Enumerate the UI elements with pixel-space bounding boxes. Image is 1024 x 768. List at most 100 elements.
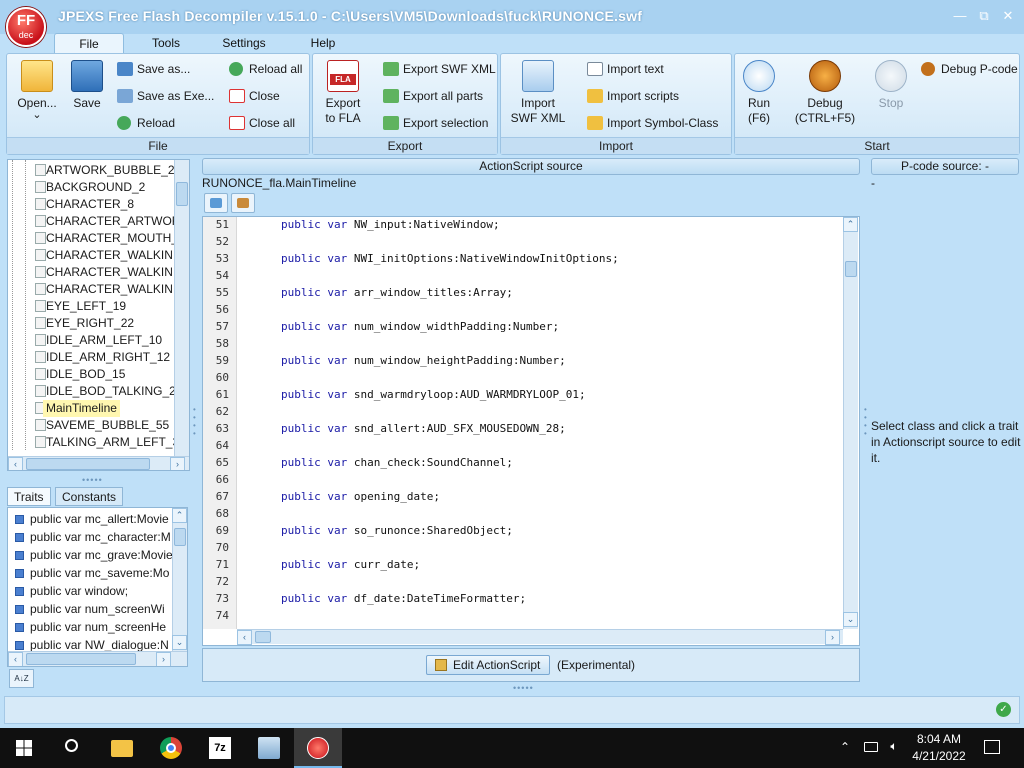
horizontal-splitter-handle[interactable]: ••••• [82,475,103,485]
traits-horizontal-scrollbar[interactable]: ‹ › [8,651,187,666]
close-button[interactable]: ✕ [1000,8,1016,24]
open-button[interactable]: Open... ⌄ [13,60,61,121]
tree-item[interactable]: IDLE_ARM_RIGHT_12 [46,349,170,366]
action-center-icon[interactable] [984,740,1000,754]
export-all-parts-button[interactable]: Export all parts [383,87,483,105]
tree-item[interactable]: MainTimeline [43,400,120,417]
code-line[interactable]: public var so_runonce:SharedObject; [281,522,513,539]
restore-button[interactable]: ⧉ [976,8,992,24]
network-icon[interactable] [864,742,878,752]
tree-item[interactable]: IDLE_BOD_15 [46,366,125,383]
trait-item[interactable]: public var mc_grave:Movie [30,546,173,564]
file-explorer-taskbar-button[interactable] [98,728,146,768]
tab-file[interactable]: File [54,33,124,54]
tree-vertical-scrollbar[interactable] [174,160,189,456]
7zip-taskbar-button[interactable]: 7z [196,728,244,768]
code-scroll-down-button[interactable]: ⌄ [843,612,858,627]
trait-item[interactable]: public var window; [30,582,128,600]
traits-scroll-left-button[interactable]: ‹ [8,652,23,666]
edit-actionscript-button[interactable]: Edit ActionScript [426,655,550,675]
tree-item[interactable]: CHARACTER_WALKIN [46,281,173,298]
tree-item[interactable]: CHARACTER_WALKIN [46,264,173,281]
export-swf-xml-button[interactable]: Export SWF XML [383,60,496,78]
traits-scroll-up-button[interactable]: ⌃ [172,508,187,523]
chrome-taskbar-button[interactable] [147,728,195,768]
tree-item[interactable]: TALKING_ARM_LEFT_3 [46,434,179,451]
tab-settings[interactable]: Settings [212,33,276,54]
tree-scroll-right-button[interactable]: › [170,457,185,470]
search-script-button[interactable] [231,193,255,213]
tray-overflow-chevron-icon[interactable]: ⌃ [838,740,852,754]
import-text-button[interactable]: Import text [587,60,664,78]
code-scroll-up-button[interactable]: ⌃ [843,217,858,232]
traits-scroll-down-button[interactable]: ⌄ [172,635,187,650]
trait-item[interactable]: public var num_screenWi [30,600,165,618]
tab-constants[interactable]: Constants [55,487,124,506]
ffdec-logo-icon[interactable]: FF dec [6,7,46,47]
trait-item[interactable]: public var mc_allert:Movie [30,510,169,528]
import-scripts-button[interactable]: Import scripts [587,87,679,105]
tree-scroll-left-button[interactable]: ‹ [8,457,23,470]
deobfuscate-button[interactable] [204,193,228,213]
trait-item[interactable]: public var mc_character:M [30,528,171,546]
code-horizontal-scrollbar[interactable]: ‹ › [237,629,843,645]
tab-traits[interactable]: Traits [7,487,51,506]
traits-hscroll-thumb[interactable] [26,653,136,665]
close-file-button[interactable]: Close [229,87,280,105]
ffdec-taskbar-button[interactable] [294,728,342,768]
traits-scroll-thumb[interactable] [174,528,186,546]
tree-item[interactable]: IDLE_ARM_LEFT_10 [46,332,162,349]
code-line[interactable]: public var curr_date; [281,556,420,573]
code-line[interactable]: public var snd_allert:AUD_SFX_MOUSEDOWN_… [281,420,566,437]
sort-az-button[interactable]: A↓Z [9,669,34,688]
tree-item[interactable]: EYE_RIGHT_22 [46,315,134,332]
code-scroll-left-button[interactable]: ‹ [237,630,252,645]
code-line[interactable]: public var num_window_widthPadding:Numbe… [281,318,559,335]
traits-scroll-right-button[interactable]: › [156,652,171,666]
tree-hscroll-thumb[interactable] [26,458,150,470]
save-button[interactable]: Save [65,60,109,111]
export-selection-button[interactable]: Export selection [383,114,488,132]
close-all-button[interactable]: Close all [229,114,295,132]
tree-scroll-thumb[interactable] [176,182,188,206]
code-scroll-right-button[interactable]: › [825,630,840,645]
vertical-splitter-handle[interactable]: • • • • [193,406,197,438]
tree-item[interactable]: ARTWORK_BUBBLE_2 [46,162,175,179]
code-vertical-scrollbar[interactable]: ⌃ ⌄ [843,217,858,629]
minimize-button[interactable]: — [952,8,968,24]
tab-help[interactable]: Help [300,33,346,54]
code-line[interactable]: public var arr_window_titles:Array; [281,284,513,301]
code-hscroll-thumb[interactable] [255,631,271,643]
traits-vertical-scrollbar[interactable]: ⌃ ⌄ [172,508,187,651]
trait-item[interactable]: public var mc_saveme:Mo [30,564,169,582]
search-taskbar-button[interactable] [48,728,96,768]
right-splitter-handle[interactable]: • • • • [864,406,868,438]
trait-item[interactable]: public var num_screenHe [30,618,166,636]
control-panel-taskbar-button[interactable] [245,728,293,768]
tree-item[interactable]: BACKGROUND_2 [46,179,145,196]
bottom-splitter-handle[interactable]: ••••• [513,683,534,693]
start-button[interactable] [0,728,48,768]
stop-button[interactable]: Stop [871,60,911,111]
debug-pcode-button[interactable]: Debug P-code [921,60,1018,78]
code-line[interactable]: public var df_date:DateTimeFormatter; [281,590,526,607]
code-line[interactable]: public var NWI_initOptions:NativeWindowI… [281,250,619,267]
code-line[interactable]: public var opening_date; [281,488,440,505]
import-swf-xml-button[interactable]: Import SWF XML [507,60,569,126]
reload-button[interactable]: Reload [117,114,175,132]
volume-icon[interactable]: 🔈︎ [886,739,902,754]
debug-button[interactable]: Debug (CTRL+F5) [791,60,859,126]
tree-item[interactable]: EYE_LEFT_19 [46,298,126,315]
code-line[interactable]: public var snd_warmdryloop:AUD_WARMDRYLO… [281,386,586,403]
code-line[interactable]: public var num_window_heightPadding:Numb… [281,352,566,369]
tab-tools[interactable]: Tools [140,33,192,54]
save-as-button[interactable]: Save as... [117,60,190,78]
tree-item[interactable]: CHARACTER_ARTWOR [46,213,180,230]
tree-item[interactable]: CHARACTER_MOUTH_ [46,230,178,247]
tree-horizontal-scrollbar[interactable]: ‹ › [8,456,189,470]
reload-all-button[interactable]: Reload all [229,60,302,78]
code-line[interactable]: public var NW_input:NativeWindow; [281,217,500,233]
export-to-fla-button[interactable]: FLA Export to FLA [319,60,367,126]
tree-item[interactable]: IDLE_BOD_TALKING_2 [46,383,176,400]
tree-item[interactable]: CHARACTER_WALKIN [46,247,173,264]
